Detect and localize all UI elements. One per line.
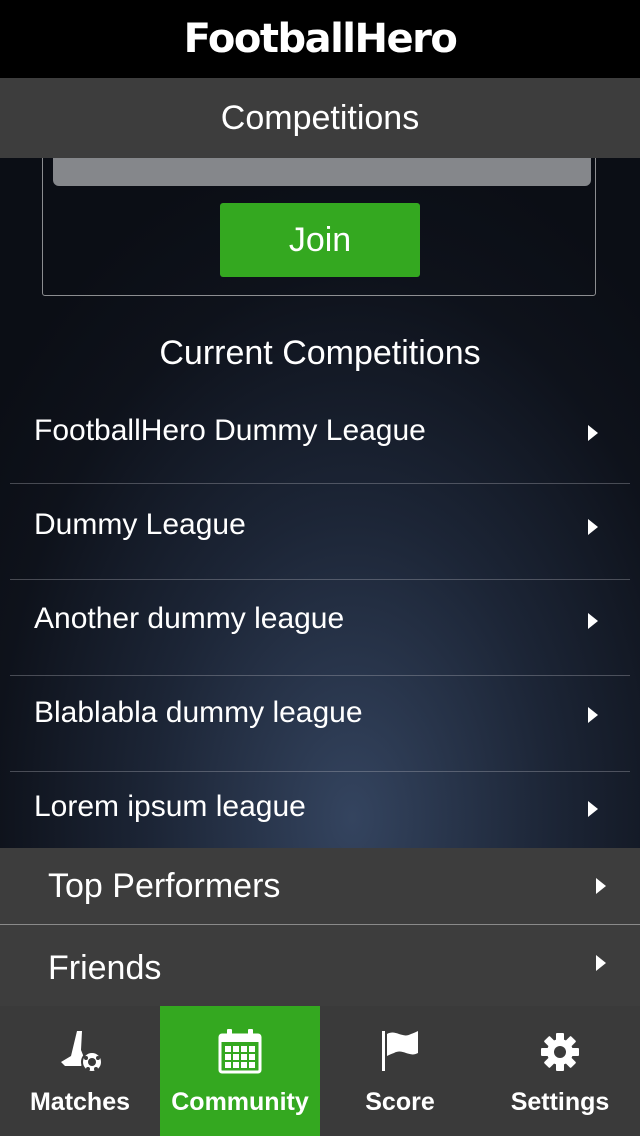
chevron-right-icon	[588, 519, 598, 535]
competition-label: FootballHero Dummy League	[34, 414, 426, 447]
competition-row[interactable]: Dummy League	[10, 480, 630, 575]
tab-matches[interactable]: Matches	[0, 1006, 160, 1136]
tab-score[interactable]: Score	[320, 1006, 480, 1136]
chevron-right-icon	[596, 878, 606, 894]
top-performers-row[interactable]: Top Performers	[0, 848, 640, 925]
chevron-right-icon	[588, 707, 598, 723]
current-competitions-title: Current Competitions	[159, 334, 481, 372]
competition-label: Lorem ipsum league	[34, 790, 306, 823]
tab-community[interactable]: Community	[160, 1006, 320, 1136]
chevron-right-icon	[588, 801, 598, 817]
top-performers-label: Top Performers	[48, 867, 281, 905]
gear-icon	[538, 1028, 582, 1079]
tab-bar: Matches Community Score Settings	[0, 1006, 640, 1136]
chevron-right-icon	[588, 425, 598, 441]
chevron-right-icon	[596, 955, 606, 971]
tab-label: Score	[365, 1088, 435, 1116]
competition-label: Dummy League	[34, 508, 246, 541]
competition-label: Another dummy league	[34, 602, 345, 635]
competition-label: Blablabla dummy league	[34, 696, 363, 729]
competition-row[interactable]: Blablabla dummy league	[10, 668, 630, 763]
app-header: FootballHero	[0, 0, 640, 78]
competition-row[interactable]: FootballHero Dummy League	[10, 386, 630, 481]
competition-row[interactable]: Lorem ipsum league	[10, 762, 630, 857]
tab-settings[interactable]: Settings	[480, 1006, 640, 1136]
tab-label: Settings	[510, 1088, 610, 1116]
tab-label: Matches	[29, 1088, 131, 1116]
chevron-right-icon	[588, 613, 598, 629]
friends-label: Friends	[48, 949, 162, 987]
boot-ball-icon	[55, 1028, 105, 1083]
competition-row[interactable]: Another dummy league	[10, 574, 630, 669]
app-logo: FootballHero	[183, 16, 458, 62]
nav-bar: Competitions	[0, 78, 640, 158]
join-button[interactable]: Join	[220, 203, 420, 277]
page-title: Competitions	[220, 98, 420, 137]
friends-row[interactable]: Friends	[0, 925, 640, 1006]
tab-label: Community	[171, 1088, 309, 1116]
calendar-icon	[218, 1028, 262, 1079]
flag-icon	[378, 1028, 422, 1079]
